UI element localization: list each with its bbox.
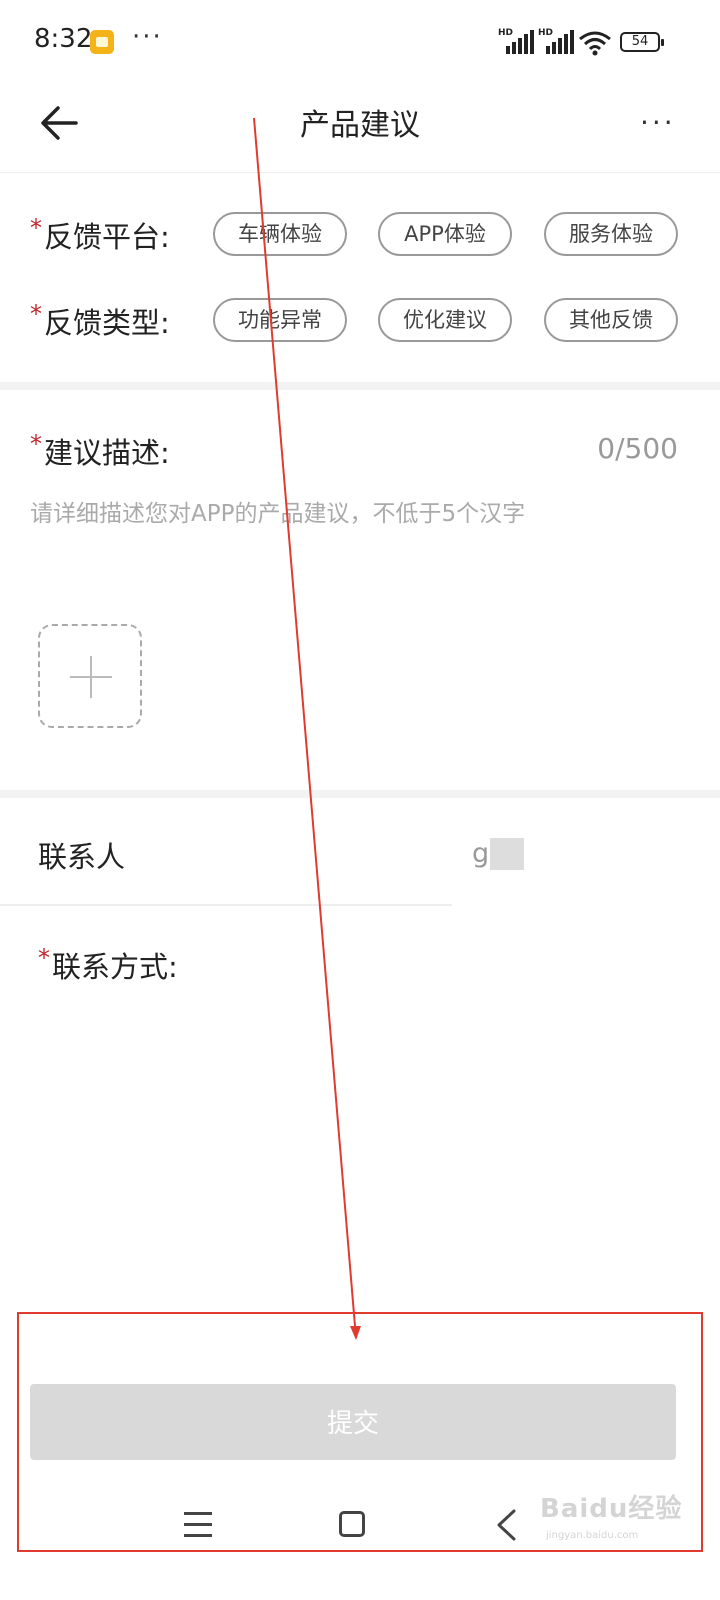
more-options-icon[interactable]: ··· bbox=[640, 106, 676, 139]
signal-icon: HD bbox=[498, 28, 534, 54]
char-counter: 0/500 bbox=[597, 432, 678, 465]
feedback-platform-label: *反馈平台: bbox=[30, 214, 170, 256]
row-divider bbox=[0, 904, 452, 906]
chip-type-malfunction[interactable]: 功能异常 bbox=[213, 298, 347, 342]
required-mark: * bbox=[30, 300, 42, 328]
required-mark: * bbox=[30, 430, 42, 458]
feedback-type-label: *反馈类型: bbox=[30, 300, 170, 342]
battery-icon: 54 bbox=[620, 32, 664, 52]
contact-method-label: *联系方式: bbox=[38, 944, 178, 986]
section-divider bbox=[0, 790, 720, 798]
contact-person-input[interactable]: g bbox=[472, 838, 489, 869]
signal-icon: HD bbox=[538, 28, 574, 54]
add-image-button[interactable] bbox=[38, 624, 142, 728]
status-time: 8:32 bbox=[34, 24, 93, 54]
description-input[interactable]: 请详细描述您对APP的产品建议，不低于5个汉字 bbox=[30, 494, 525, 528]
required-mark: * bbox=[38, 944, 50, 972]
chip-platform-app[interactable]: APP体验 bbox=[378, 212, 512, 256]
section-divider bbox=[0, 382, 720, 390]
annotation-box bbox=[17, 1312, 703, 1552]
contact-person-label: 联系人 bbox=[38, 840, 126, 874]
feedback-type-label-text: 反馈类型: bbox=[44, 306, 170, 340]
notification-app-icon bbox=[90, 30, 114, 54]
chip-platform-service[interactable]: 服务体验 bbox=[544, 212, 678, 256]
wifi-icon bbox=[579, 31, 611, 56]
signal-hd-label: HD bbox=[538, 28, 554, 38]
chip-type-optimization[interactable]: 优化建议 bbox=[378, 298, 512, 342]
redacted-block bbox=[490, 838, 524, 870]
status-more-icon: ··· bbox=[132, 22, 163, 52]
description-label-text: 建议描述: bbox=[44, 436, 170, 470]
page-title: 产品建议 bbox=[300, 108, 420, 143]
chip-platform-vehicle[interactable]: 车辆体验 bbox=[213, 212, 347, 256]
signal-hd-label: HD bbox=[498, 28, 514, 38]
required-mark: * bbox=[30, 214, 42, 242]
feedback-platform-label-text: 反馈平台: bbox=[44, 220, 170, 254]
chip-type-other[interactable]: 其他反馈 bbox=[544, 298, 678, 342]
contact-method-label-text: 联系方式: bbox=[52, 950, 178, 984]
description-label: *建议描述: bbox=[30, 430, 170, 472]
